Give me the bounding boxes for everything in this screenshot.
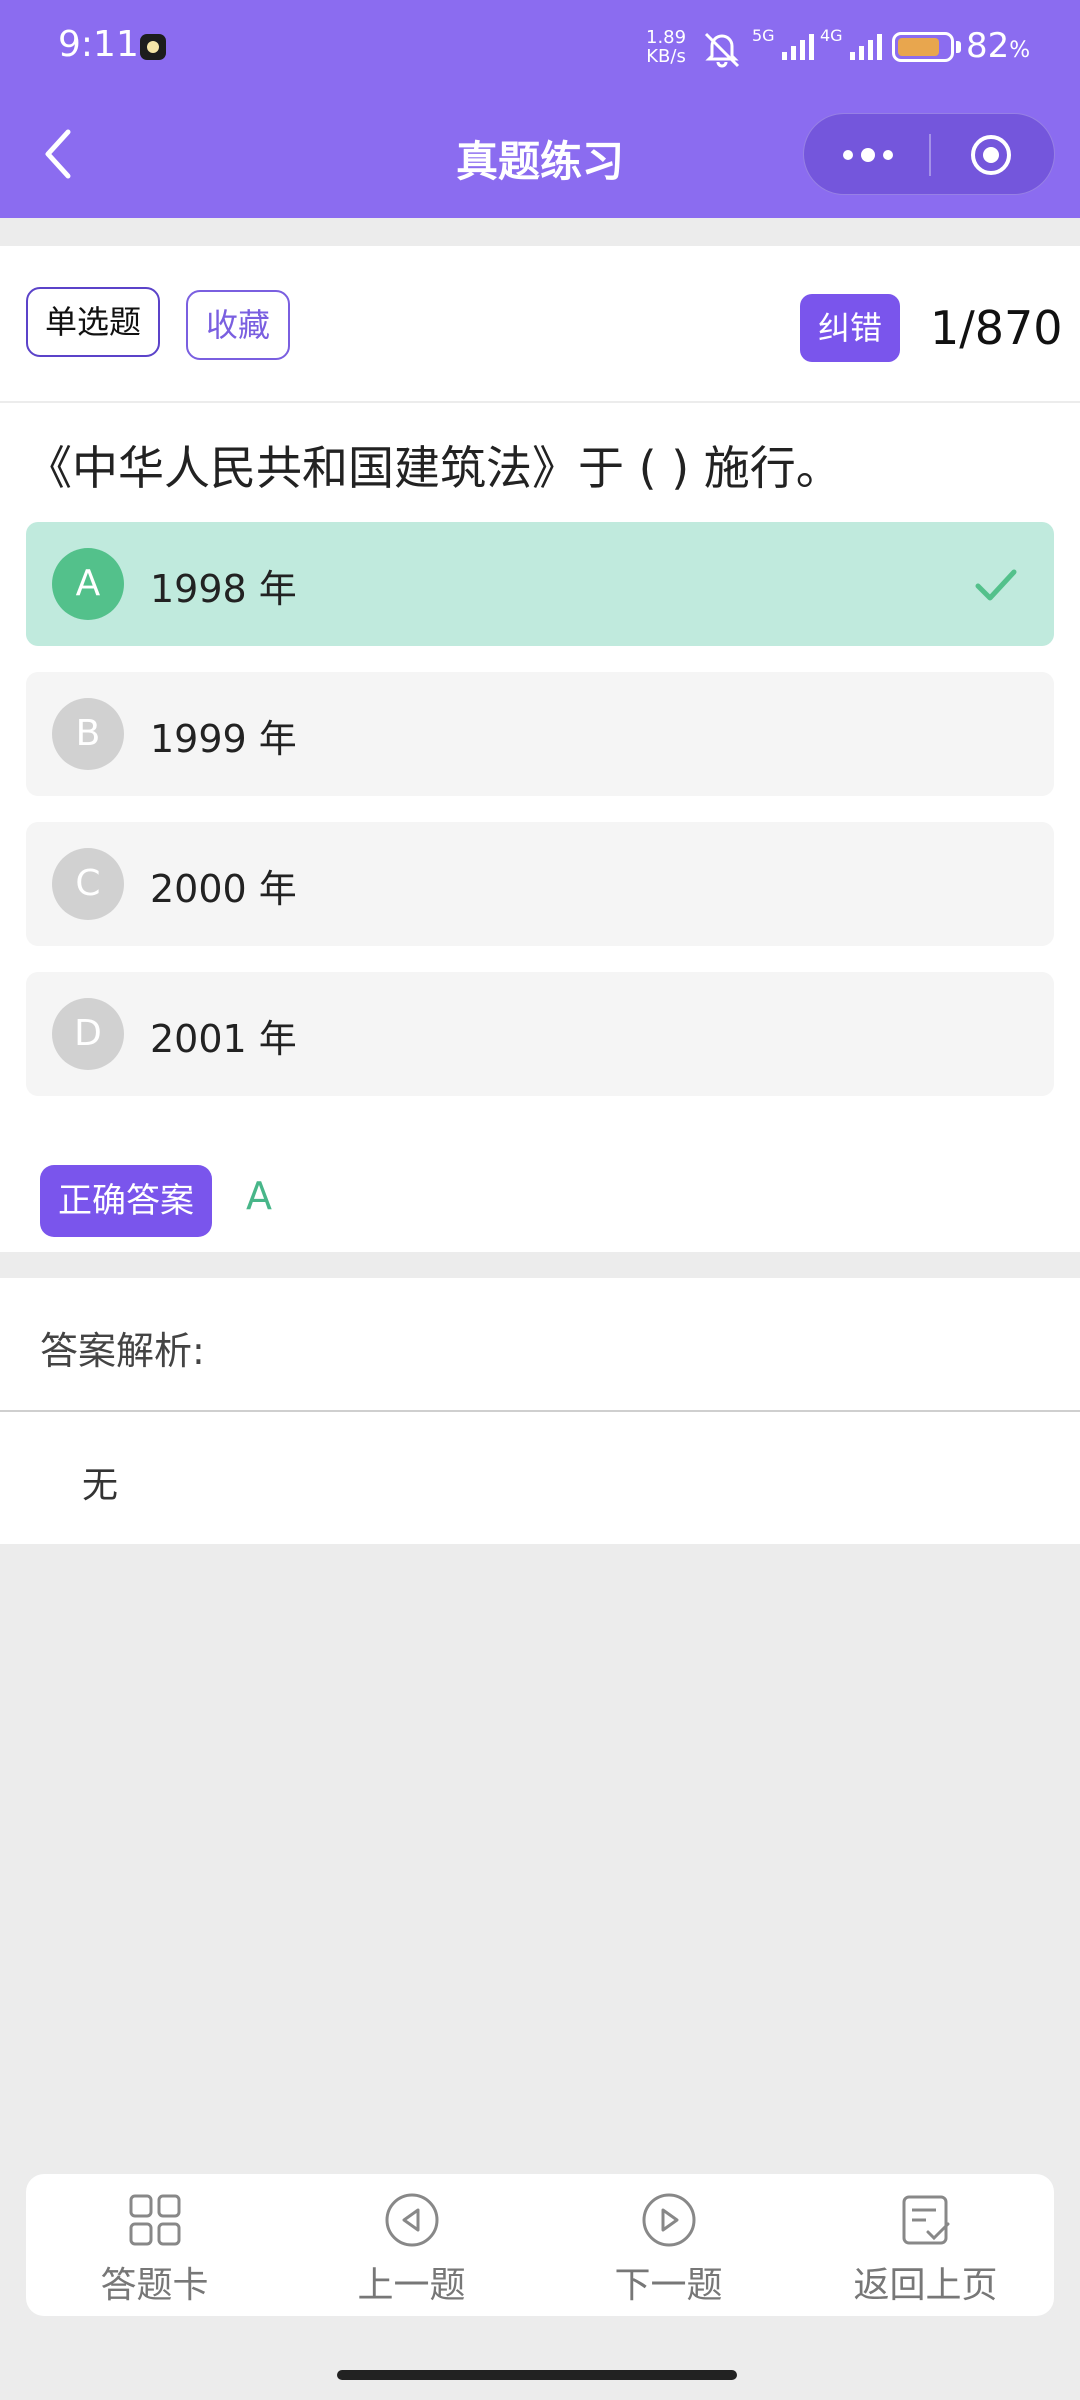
check-icon (975, 569, 1017, 601)
mute-bell-icon (704, 32, 740, 68)
checklist-icon (902, 2195, 949, 2245)
option-text: 2000 年 (150, 867, 297, 911)
net-speed-value: 1.89 (646, 27, 687, 48)
answer-card-button[interactable]: 答题卡 (26, 2174, 283, 2316)
next-icon (642, 2193, 695, 2247)
divider (0, 1410, 1080, 1412)
option-text: 2001 年 (150, 1017, 297, 1061)
grid-icon (129, 2194, 180, 2246)
notification-icon (140, 34, 166, 60)
answer-analysis: 答案解析: 无 (0, 1278, 1080, 1544)
option-c[interactable]: C 2000 年 (26, 822, 1054, 946)
signal-4g-icon: 4G (818, 26, 882, 64)
bottom-toolbar: 答题卡 上一题 下一题 返回上页 (26, 2174, 1054, 2316)
question-type-tag: 单选题 (26, 287, 160, 357)
header: 9:11 1.89 KB/s 5G 4G 82% 真题练习 (0, 0, 1080, 218)
battery-percent-number: 82 (966, 26, 1010, 66)
battery-level-fill (898, 38, 939, 56)
tool-label: 下一题 (614, 2265, 723, 2306)
more-dots-icon[interactable] (840, 144, 896, 166)
question-progress: 1/870 (930, 301, 1063, 355)
tool-label: 返回上页 (853, 2265, 998, 2306)
mini-program-capsule (803, 113, 1055, 195)
signal-4g-label: 4G (820, 26, 843, 45)
favorite-button[interactable]: 收藏 (186, 290, 290, 360)
tool-label: 答题卡 (100, 2265, 209, 2306)
option-a[interactable]: A 1998 年 (26, 522, 1054, 646)
correct-answer-value: A (246, 1174, 272, 1218)
previous-question-button[interactable]: 上一题 (283, 2174, 540, 2316)
net-speed: 1.89 KB/s (646, 28, 686, 66)
option-text: 1998 年 (150, 567, 297, 611)
question-stem: 《中华人民共和国建筑法》于 ( ) 施行。 (26, 441, 842, 495)
option-d[interactable]: D 2001 年 (26, 972, 1054, 1096)
divider (0, 401, 1080, 403)
question-card: 单选题 收藏 纠错 1/870 《中华人民共和国建筑法》于 ( ) 施行。 A … (0, 246, 1080, 1252)
option-letter: D (52, 998, 124, 1070)
return-button[interactable]: 返回上页 (797, 2174, 1054, 2316)
battery-percent: 82% (966, 26, 1030, 66)
option-b[interactable]: B 1999 年 (26, 672, 1054, 796)
battery-icon (892, 32, 954, 62)
capsule-divider (929, 134, 931, 176)
option-letter: C (52, 848, 124, 920)
status-time: 9:11 (58, 24, 139, 65)
signal-5g-label: 5G (752, 26, 775, 45)
home-indicator[interactable] (337, 2370, 737, 2380)
status-bar: 9:11 1.89 KB/s 5G 4G 82% (0, 0, 1080, 96)
net-speed-unit: KB/s (646, 46, 686, 67)
analysis-body: 无 (82, 1465, 119, 1506)
signal-5g-icon: 5G (750, 26, 814, 64)
battery-tip (956, 41, 961, 53)
previous-icon (385, 2193, 438, 2247)
tool-label: 上一题 (357, 2265, 466, 2306)
next-question-button[interactable]: 下一题 (540, 2174, 797, 2316)
battery-percent-unit: % (1009, 38, 1031, 63)
correct-answer-badge: 正确答案 (40, 1165, 212, 1237)
target-circle-icon[interactable] (970, 134, 1012, 176)
report-error-button[interactable]: 纠错 (800, 294, 900, 362)
analysis-title: 答案解析: (40, 1329, 205, 1373)
option-text: 1999 年 (150, 717, 297, 761)
option-letter: A (52, 548, 124, 620)
option-letter: B (52, 698, 124, 770)
